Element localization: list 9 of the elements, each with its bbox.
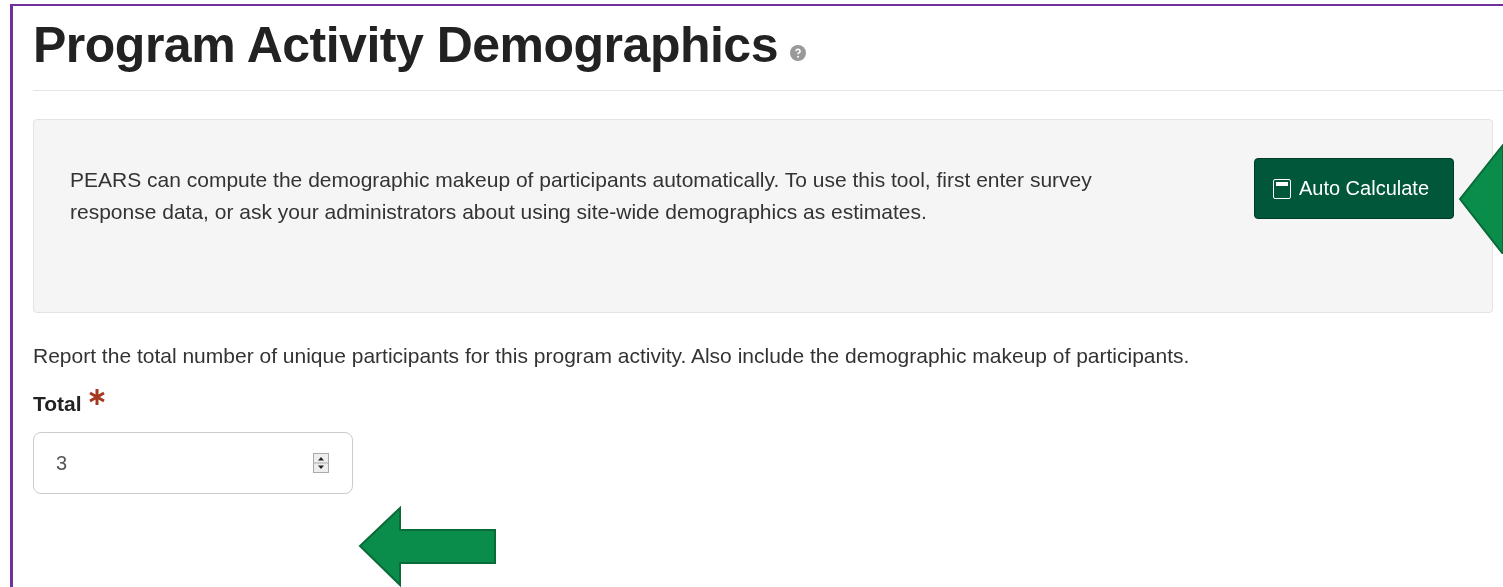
auto-calculate-button[interactable]: Auto Calculate bbox=[1253, 158, 1454, 219]
info-text: PEARS can compute the demographic makeup of participants automatically. To use this tool, first enter survey response data, or ask your administrators about using site-wide demographics as estimates. bbox=[70, 167, 1093, 225]
total-input-field[interactable]: 3 bbox=[33, 432, 353, 494]
instructions-text: Report the total number of unique participants for this program activity. Also include the demographic makeup of participants. bbox=[33, 343, 1191, 369]
spinner-icon[interactable] bbox=[313, 453, 329, 473]
calculator-icon bbox=[1272, 178, 1291, 199]
field-label: Total bbox=[33, 392, 82, 416]
help-icon[interactable] bbox=[790, 45, 806, 61]
page-title: Program Activity Demographics bbox=[33, 16, 778, 74]
